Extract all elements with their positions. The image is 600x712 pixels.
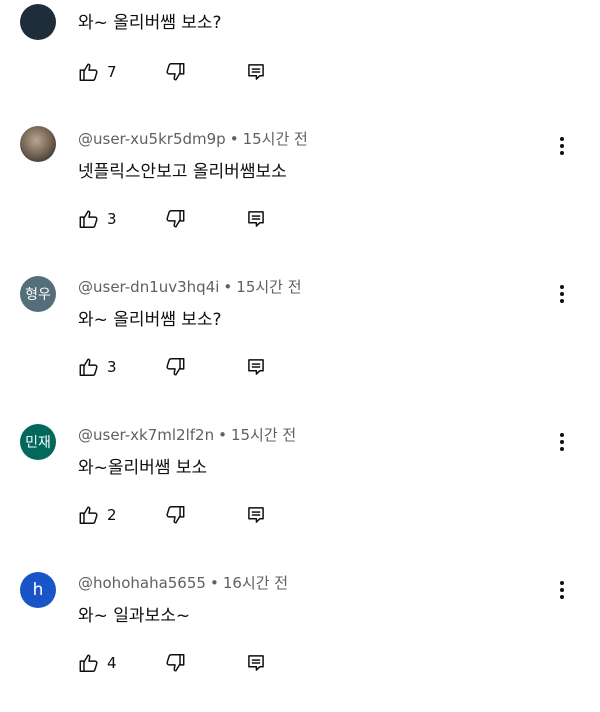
like-count: 4 — [107, 654, 117, 672]
comment-meta: @user-dn1uv3hq4i • 15시간 전 — [78, 278, 302, 296]
like-count: 7 — [107, 63, 117, 81]
comment-item: 와~ 올리버쌤 보소? 7 — [0, 0, 600, 81]
reply-comment-icon — [246, 209, 270, 229]
reply-button[interactable] — [246, 209, 270, 229]
more-vert-icon[interactable] — [552, 428, 572, 456]
reply-button[interactable] — [246, 653, 270, 673]
comment-text: 와~ 일과보소~ — [78, 606, 191, 626]
thumbs-down-icon — [164, 504, 246, 526]
username[interactable]: @hohohaha5655 — [78, 574, 206, 592]
comment-text: 와~ 올리버쌤 보소? — [78, 310, 222, 330]
username[interactable]: @user-xu5kr5dm9p — [78, 130, 226, 148]
thumbs-up-icon — [78, 504, 100, 526]
avatar-initials: h — [32, 580, 44, 600]
like-button[interactable]: 4 — [78, 652, 164, 674]
dislike-button[interactable] — [164, 356, 246, 378]
thumbs-down-icon — [164, 356, 246, 378]
avatar-initials: 형우 — [25, 287, 51, 303]
reply-button[interactable] — [246, 505, 270, 525]
thumbs-down-icon — [164, 208, 246, 230]
reply-comment-icon — [246, 653, 270, 673]
thumbs-up-icon — [78, 356, 100, 378]
like-count: 3 — [107, 358, 117, 376]
comment-meta: @hohohaha5655 • 16시간 전 — [78, 574, 289, 592]
reply-comment-icon — [246, 505, 270, 525]
comment-text: 넷플릭스안보고 올리버쌤보소 — [78, 162, 287, 182]
reply-comment-icon — [246, 357, 270, 377]
avatar-initials: 민재 — [25, 435, 51, 451]
avatar[interactable]: 형우 — [20, 276, 56, 312]
comment-item: 민재 @user-xk7ml2lf2n • 15시간 전 와~올리버쌤 보소 2 — [0, 416, 600, 564]
comment-text: 와~올리버쌤 보소 — [78, 458, 208, 478]
comment-actions: 2 — [78, 503, 270, 527]
dislike-button[interactable] — [164, 504, 246, 526]
more-vert-icon[interactable] — [552, 576, 572, 604]
username[interactable]: @user-dn1uv3hq4i — [78, 278, 219, 296]
timestamp[interactable]: 15시간 전 — [231, 426, 296, 444]
avatar[interactable] — [20, 126, 56, 162]
username[interactable]: @user-xk7ml2lf2n — [78, 426, 214, 444]
avatar[interactable]: 민재 — [20, 424, 56, 460]
comment-item: h @hohohaha5655 • 16시간 전 와~ 일과보소~ 4 — [0, 564, 600, 712]
comment-item: 형우 @user-dn1uv3hq4i • 15시간 전 와~ 올리버쌤 보소? 3 — [0, 268, 600, 416]
dislike-button[interactable] — [164, 61, 246, 83]
thumbs-down-icon — [164, 652, 246, 674]
avatar[interactable]: h — [20, 572, 56, 608]
avatar[interactable] — [20, 4, 56, 40]
thumbs-up-icon — [78, 208, 100, 230]
comment-item: @user-xu5kr5dm9p • 15시간 전 넷플릭스안보고 올리버쌤보소 3 — [0, 120, 600, 268]
like-count: 2 — [107, 506, 117, 524]
like-button[interactable]: 3 — [78, 208, 164, 230]
more-vert-icon[interactable] — [552, 132, 572, 160]
dislike-button[interactable] — [164, 652, 246, 674]
like-button[interactable]: 7 — [78, 61, 164, 83]
thumbs-down-icon — [164, 61, 246, 83]
comment-meta: @user-xu5kr5dm9p • 15시간 전 — [78, 130, 308, 148]
like-button[interactable]: 3 — [78, 356, 164, 378]
thumbs-up-icon — [78, 61, 100, 83]
timestamp[interactable]: 15시간 전 — [243, 130, 308, 148]
thumbs-up-icon — [78, 652, 100, 674]
comment-meta: @user-xk7ml2lf2n • 15시간 전 — [78, 426, 297, 444]
reply-button[interactable] — [246, 62, 270, 82]
comment-actions: 4 — [78, 651, 270, 675]
comment-text: 와~ 올리버쌤 보소? — [78, 13, 222, 33]
timestamp[interactable]: 16시간 전 — [223, 574, 288, 592]
more-vert-icon[interactable] — [552, 280, 572, 308]
comment-actions: 3 — [78, 207, 270, 231]
dislike-button[interactable] — [164, 208, 246, 230]
comment-actions: 7 — [78, 60, 270, 84]
like-count: 3 — [107, 210, 117, 228]
reply-button[interactable] — [246, 357, 270, 377]
like-button[interactable]: 2 — [78, 504, 164, 526]
comment-actions: 3 — [78, 355, 270, 379]
reply-comment-icon — [246, 62, 270, 82]
timestamp[interactable]: 15시간 전 — [236, 278, 301, 296]
